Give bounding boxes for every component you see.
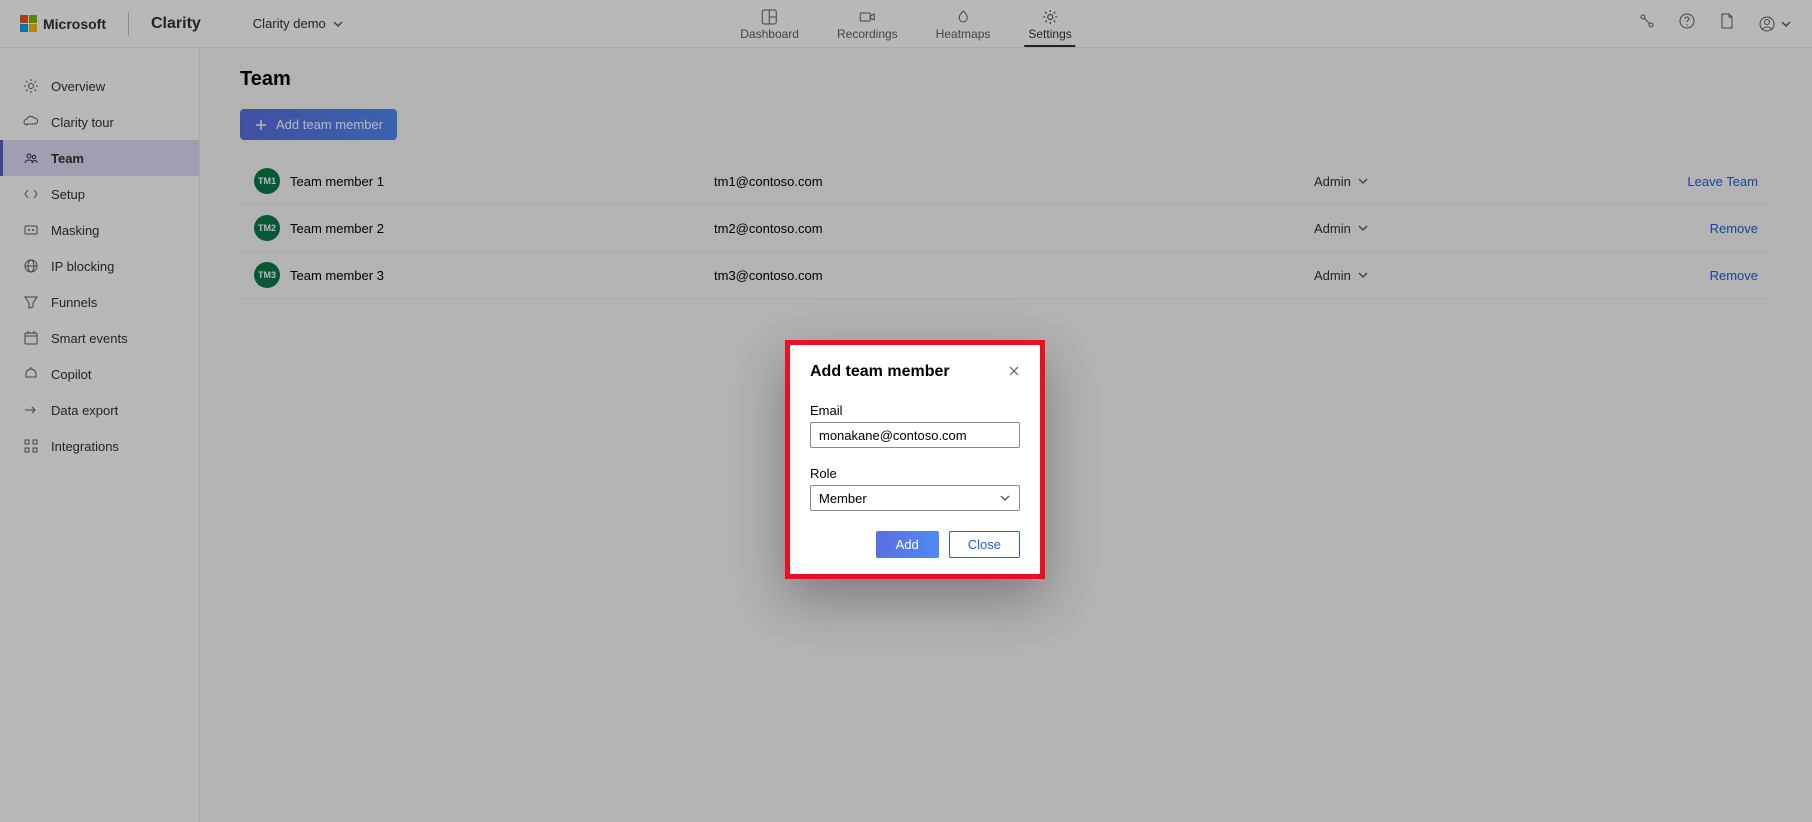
role-label: Role xyxy=(810,466,1020,481)
dialog-title: Add team member xyxy=(810,363,950,381)
chevron-down-icon xyxy=(999,492,1011,504)
email-label: Email xyxy=(810,403,1020,418)
close-icon[interactable] xyxy=(1008,364,1020,380)
dialog-actions: Add Close xyxy=(810,531,1020,558)
role-select-value: Member xyxy=(819,491,867,506)
role-select[interactable]: Member xyxy=(810,485,1020,511)
dialog-header: Add team member xyxy=(810,363,1020,381)
email-input[interactable] xyxy=(810,422,1020,448)
close-button[interactable]: Close xyxy=(949,531,1020,558)
add-team-member-dialog: Add team member Email Role Member Add Cl… xyxy=(785,340,1045,579)
add-button[interactable]: Add xyxy=(876,531,939,558)
